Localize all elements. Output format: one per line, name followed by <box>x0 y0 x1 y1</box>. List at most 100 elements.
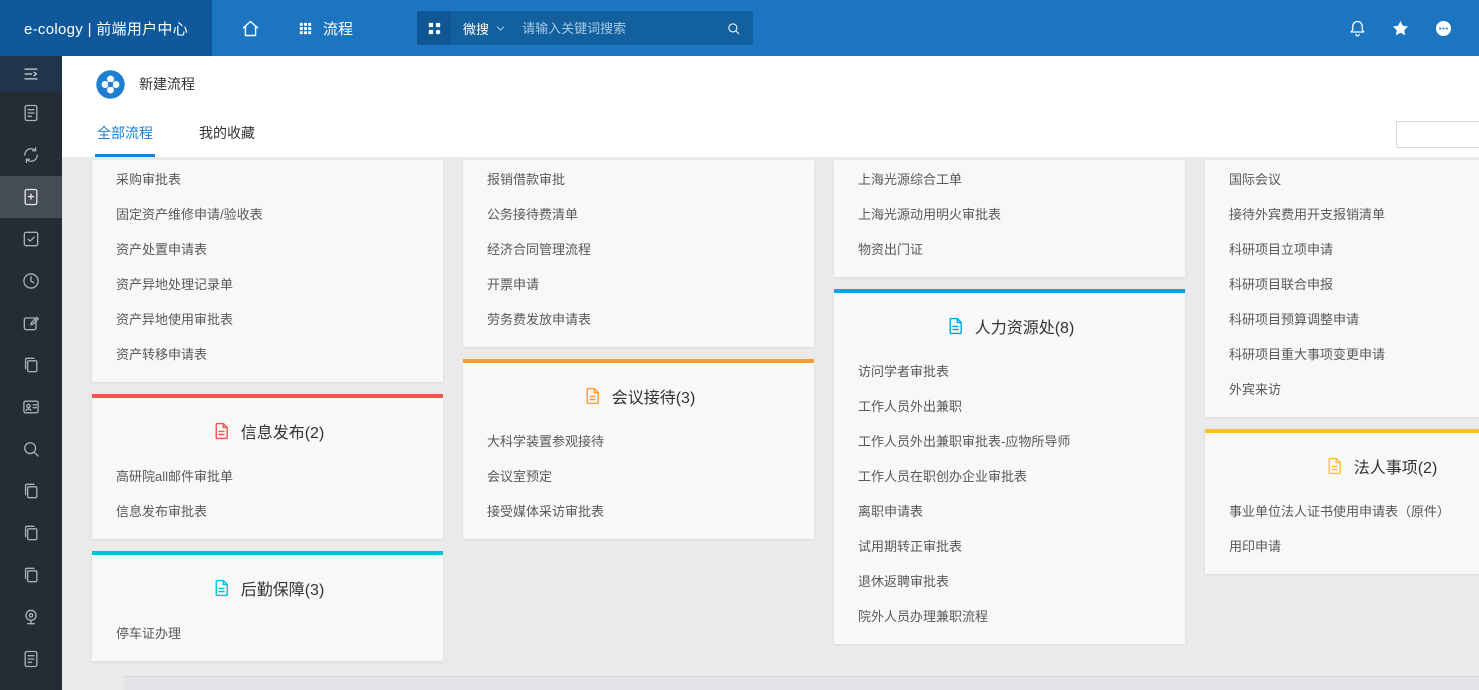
workflow-list: 国际会议接待外宾费用开支报销清单科研项目立项申请科研项目联合申报科研项目预算调整… <box>1205 160 1479 417</box>
workflow-link[interactable]: 用印申请 <box>1205 529 1479 564</box>
workflow-link[interactable]: 科研项目立项申请 <box>1205 232 1479 267</box>
topbar: e-cology | 前端用户中心 流程 微搜 <box>0 0 1479 56</box>
sidebar-item-11[interactable] <box>0 512 62 554</box>
workflow-link[interactable]: 经济合同管理流程 <box>463 232 814 267</box>
workflow-link[interactable]: 退休返聘审批表 <box>834 564 1185 599</box>
workflow-link[interactable]: 资产转移申请表 <box>92 337 443 372</box>
workflow-link[interactable]: 开票申请 <box>463 267 814 302</box>
copy-icon <box>21 481 41 501</box>
document-icon <box>21 649 41 669</box>
sidebar-item-10[interactable] <box>0 470 62 512</box>
workflow-link[interactable]: 外宾来访 <box>1205 372 1479 407</box>
workflow-link[interactable]: 大科学装置参观接待 <box>463 424 814 459</box>
edit-icon <box>21 313 41 333</box>
sidebar-item-14[interactable] <box>0 638 62 680</box>
workflow-link[interactable]: 资产处置申请表 <box>92 232 443 267</box>
workflow-link[interactable]: 事业单位法人证书使用申请表（原件） <box>1205 494 1479 529</box>
workflow-link[interactable]: 科研项目重大事项变更申请 <box>1205 337 1479 372</box>
category-card-partial: 国际会议接待外宾费用开支报销清单科研项目立项申请科研项目联合申报科研项目预算调整… <box>1205 160 1479 417</box>
home-icon[interactable] <box>240 18 261 39</box>
document-icon <box>211 419 232 443</box>
sidebar <box>0 56 62 690</box>
apps-icon[interactable] <box>417 11 451 45</box>
workflow-link[interactable]: 离职申请表 <box>834 494 1185 529</box>
workflow-link[interactable]: 工作人员外出兼职审批表-应物所导师 <box>834 424 1185 459</box>
workflow-link[interactable]: 劳务费发放申请表 <box>463 302 814 337</box>
sidebar-item-8[interactable] <box>0 386 62 428</box>
sidebar-item-12[interactable] <box>0 554 62 596</box>
search-input[interactable] <box>516 11 714 45</box>
workflow-link[interactable]: 访问学者审批表 <box>834 354 1185 389</box>
workflow-list: 采购审批表固定资产维修申请/验收表资产处置申请表资产异地处理记录单资产异地使用审… <box>92 160 443 382</box>
sidebar-item-7[interactable] <box>0 344 62 386</box>
copy-icon <box>21 565 41 585</box>
sidebar-item-5[interactable] <box>0 260 62 302</box>
category-header: 信息发布(2) <box>92 398 443 457</box>
board-column-4: 国际会议接待外宾费用开支报销清单科研项目立项申请科研项目联合申报科研项目预算调整… <box>1205 160 1479 676</box>
main-content: 新建流程 全部流程 我的收藏 采购审批表固定资产维修申请/验收表资产处置申请表资… <box>62 56 1479 690</box>
search-icon <box>21 439 41 459</box>
workflow-link[interactable]: 工作人员在职创办企业审批表 <box>834 459 1185 494</box>
monitor-icon <box>21 607 41 627</box>
category-card: 人力资源处(8)访问学者审批表工作人员外出兼职工作人员外出兼职审批表-应物所导师… <box>834 289 1185 644</box>
workflow-link[interactable]: 物资出门证 <box>834 232 1185 267</box>
workflow-list: 事业单位法人证书使用申请表（原件）用印申请 <box>1205 492 1479 574</box>
workflow-link[interactable]: 固定资产维修申请/验收表 <box>92 197 443 232</box>
workflow-list: 停车证办理 <box>92 614 443 661</box>
workflow-list: 访问学者审批表工作人员外出兼职工作人员外出兼职审批表-应物所导师工作人员在职创办… <box>834 352 1185 644</box>
workflow-link[interactable]: 信息发布审批表 <box>92 494 443 529</box>
page-header: 新建流程 <box>62 56 1479 112</box>
workflow-link[interactable]: 资产异地处理记录单 <box>92 267 443 302</box>
sidebar-item-2[interactable] <box>0 134 62 176</box>
workflow-link[interactable]: 报销借款审批 <box>463 162 814 197</box>
workflow-link[interactable]: 资产异地使用审批表 <box>92 302 443 337</box>
sidebar-item-3[interactable] <box>0 176 62 218</box>
workflow-link[interactable]: 上海光源综合工单 <box>834 162 1185 197</box>
workflow-link[interactable]: 会议室预定 <box>463 459 814 494</box>
workflow-link[interactable]: 国际会议 <box>1205 162 1479 197</box>
sidebar-item-13[interactable] <box>0 596 62 638</box>
more-icon[interactable] <box>1434 19 1453 38</box>
workflow-link[interactable]: 停车证办理 <box>92 616 443 651</box>
copy-icon <box>21 523 41 543</box>
tab-all-workflows[interactable]: 全部流程 <box>95 112 155 157</box>
workflow-filter-input[interactable] <box>1396 121 1479 148</box>
workflow-link[interactable]: 接待外宾费用开支报销清单 <box>1205 197 1479 232</box>
category-card: 会议接待(3) 大科学装置参观接待会议室预定接受媒体采访审批表 <box>463 359 814 539</box>
board-column-2: 报销借款审批公务接待费清单经济合同管理流程开票申请劳务费发放申请表会议接待(3)… <box>463 160 814 676</box>
workflow-link[interactable]: 接受媒体采访审批表 <box>463 494 814 529</box>
contacts-icon <box>21 397 41 417</box>
nav-process[interactable]: 流程 <box>297 18 353 39</box>
sidebar-item-6[interactable] <box>0 302 62 344</box>
board-column-1: 采购审批表固定资产维修申请/验收表资产处置申请表资产异地处理记录单资产异地使用审… <box>92 160 443 676</box>
workflow-link[interactable]: 院外人员办理兼职流程 <box>834 599 1185 634</box>
brand-logo[interactable]: e-cology | 前端用户中心 <box>0 0 212 56</box>
category-header: 后勤保障(3) <box>92 555 443 614</box>
category-title: 会议接待(3) <box>612 384 696 408</box>
sidebar-item-4[interactable] <box>0 218 62 260</box>
category-card: 法人事项(2)事业单位法人证书使用申请表（原件）用印申请 <box>1205 429 1479 574</box>
search-scope-dropdown[interactable]: 微搜 <box>451 19 516 38</box>
workflow-link[interactable]: 公务接待费清单 <box>463 197 814 232</box>
search-icon[interactable] <box>714 21 753 36</box>
bell-icon[interactable] <box>1348 19 1367 38</box>
sidebar-item-9[interactable] <box>0 428 62 470</box>
workflow-link[interactable]: 科研项目预算调整申请 <box>1205 302 1479 337</box>
nav-process-label: 流程 <box>323 18 353 39</box>
sidebar-collapse-button[interactable] <box>0 56 62 92</box>
category-card-partial: 上海光源综合工单上海光源动用明火审批表物资出门证 <box>834 160 1185 277</box>
chevron-down-icon <box>495 23 506 34</box>
workflow-link[interactable]: 试用期转正审批表 <box>834 529 1185 564</box>
workflow-link[interactable]: 高研院all邮件审批单 <box>92 459 443 494</box>
category-header: 法人事项(2) <box>1205 433 1479 492</box>
workflow-link[interactable]: 上海光源动用明火审批表 <box>834 197 1185 232</box>
sidebar-item-1[interactable] <box>0 92 62 134</box>
star-icon[interactable] <box>1391 19 1410 38</box>
workflow-link[interactable]: 科研项目联合申报 <box>1205 267 1479 302</box>
sync-icon <box>21 145 41 165</box>
workflow-list: 上海光源综合工单上海光源动用明火审批表物资出门证 <box>834 160 1185 277</box>
grid-icon <box>297 20 314 37</box>
tab-my-favorites[interactable]: 我的收藏 <box>197 112 257 157</box>
workflow-link[interactable]: 采购审批表 <box>92 162 443 197</box>
workflow-link[interactable]: 工作人员外出兼职 <box>834 389 1185 424</box>
